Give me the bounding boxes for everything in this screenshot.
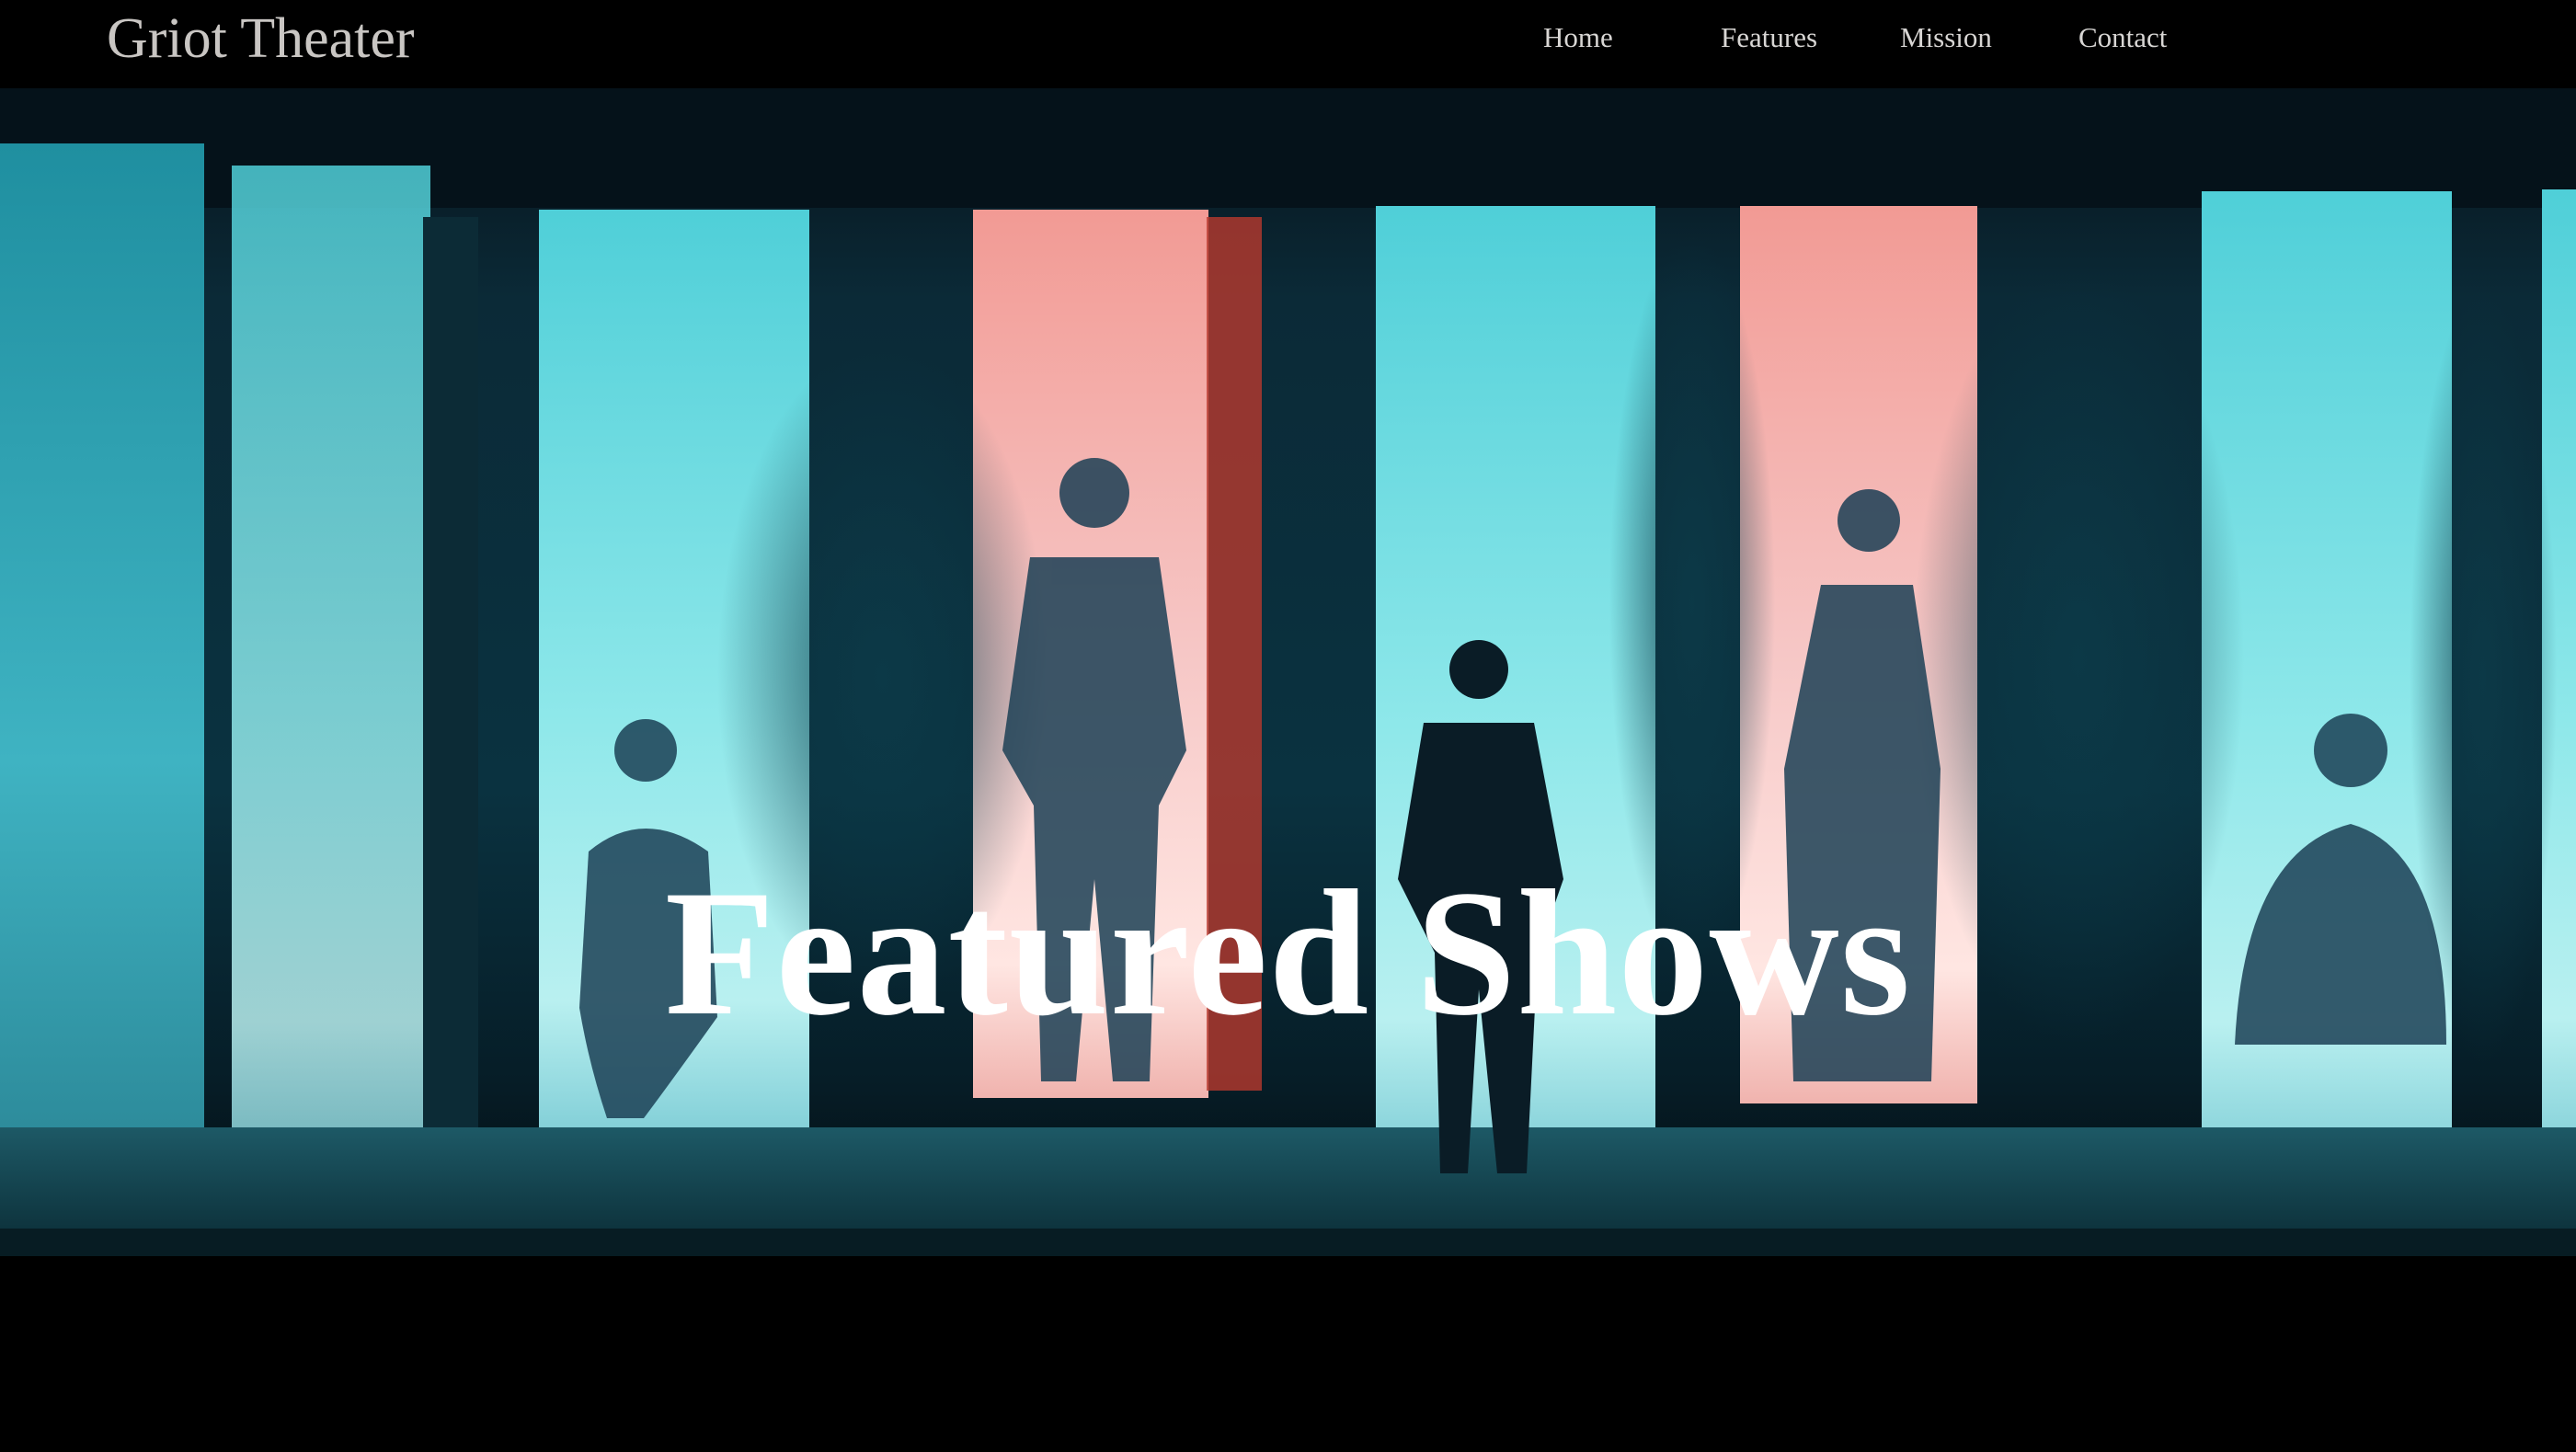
hero-title: Featured Shows [664, 853, 1912, 1054]
nav-link-features[interactable]: Features [1721, 18, 1817, 57]
brand-logo[interactable]: Griot Theater [107, 0, 415, 77]
nav-link-home[interactable]: Home [1543, 18, 1613, 57]
hero-banner: Featured Shows [0, 88, 2576, 1256]
nav-link-mission[interactable]: Mission [1900, 18, 1992, 57]
top-navbar: Griot Theater Home Features Mission Cont… [0, 0, 2576, 88]
bottom-band [0, 1256, 2576, 1452]
nav-link-contact[interactable]: Contact [2078, 18, 2167, 57]
stage-silhouettes-image [0, 88, 2576, 1256]
